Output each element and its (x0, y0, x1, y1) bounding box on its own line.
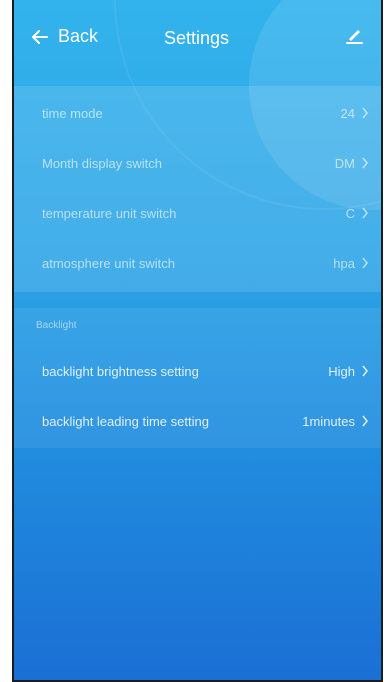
setting-label: temperature unit switch (42, 205, 177, 221)
chevron-right-icon (361, 107, 369, 119)
setting-label: backlight leading time setting (42, 413, 209, 429)
setting-row-time-mode[interactable]: time mode 24 (14, 88, 381, 138)
setting-value: 24 (340, 105, 355, 121)
chevron-right-icon (361, 157, 369, 169)
setting-label: atmosphere unit switch (42, 255, 175, 271)
arrow-left-icon (32, 29, 48, 44)
setting-row-temperature-unit[interactable]: temperature unit switch C (14, 188, 381, 238)
setting-value: C (345, 205, 355, 221)
setting-row-month-display[interactable]: Month display switch DM (14, 138, 381, 188)
setting-label: time mode (42, 105, 103, 121)
chevron-right-icon (361, 257, 369, 269)
general-settings-group: time mode 24 Month display switch DM tem… (14, 86, 381, 292)
setting-value: 1minutes (302, 413, 355, 429)
setting-value: DM (334, 155, 355, 171)
setting-label: backlight brightness setting (42, 363, 199, 379)
setting-value: High (328, 363, 355, 379)
setting-label: Month display switch (42, 155, 162, 171)
setting-value: hpa (333, 255, 355, 271)
setting-row-atmosphere-unit[interactable]: atmosphere unit switch hpa (14, 238, 381, 288)
chevron-right-icon (361, 207, 369, 219)
back-button[interactable]: Back (30, 26, 98, 47)
header-bar: Back Settings (14, 0, 381, 78)
setting-row-backlight-leading-time[interactable]: backlight leading time setting 1minutes (14, 396, 381, 446)
chevron-right-icon (361, 365, 369, 377)
phone-screen: Back Settings time mode 24 Month display… (12, 0, 383, 682)
page-title: Settings (164, 28, 230, 48)
back-label: Back (58, 26, 99, 46)
pencil-icon[interactable] (343, 24, 365, 46)
backlight-settings-group: backlight brightness setting High backli… (14, 308, 381, 448)
chevron-right-icon (361, 415, 369, 427)
setting-row-backlight-brightness[interactable]: backlight brightness setting High (14, 346, 381, 396)
